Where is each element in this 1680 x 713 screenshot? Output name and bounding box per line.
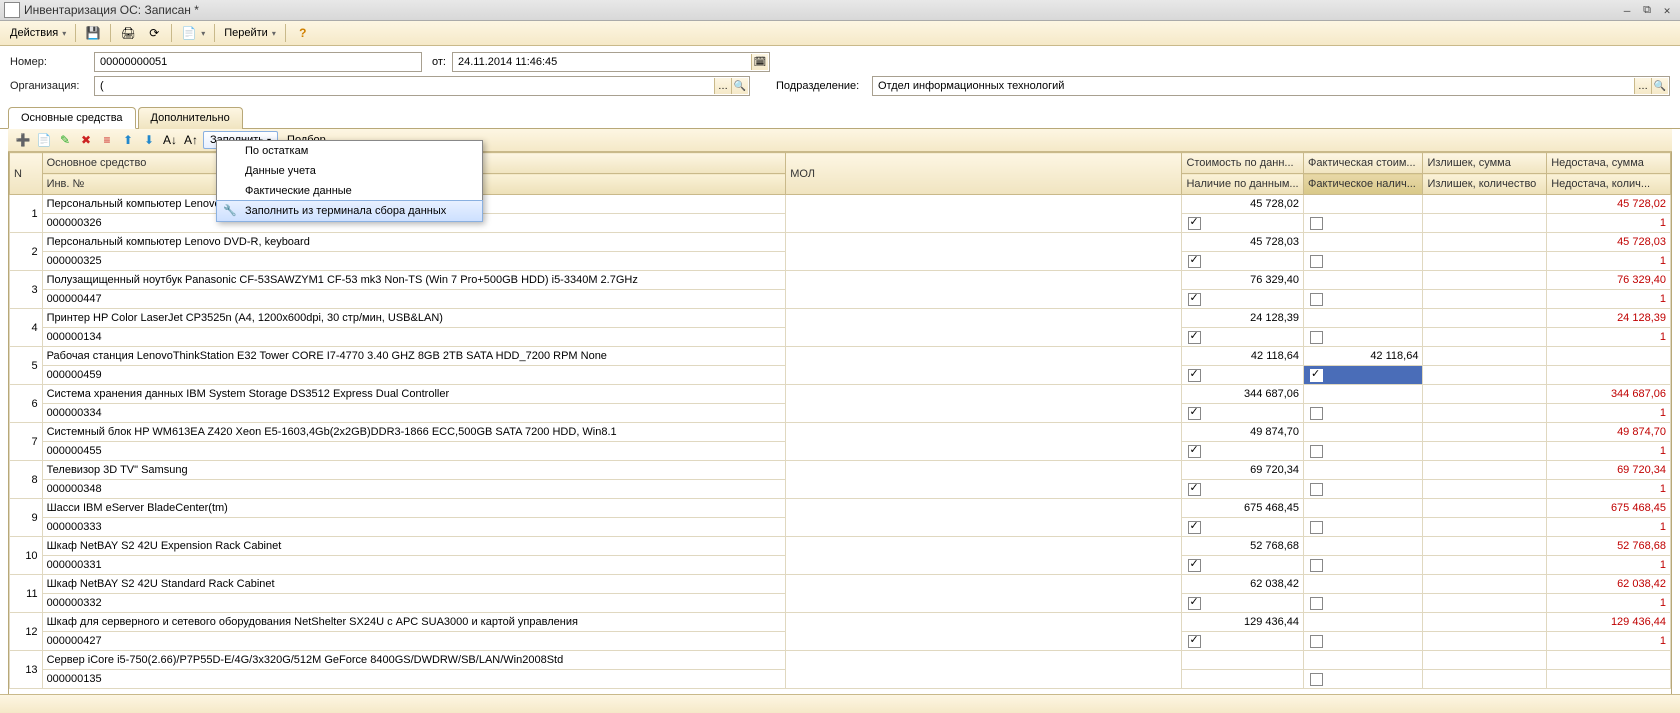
window-icon bbox=[4, 2, 20, 18]
sort-desc-icon[interactable]: A↑ bbox=[182, 131, 200, 149]
help-icon[interactable]: ? bbox=[291, 23, 315, 43]
col-avail1[interactable]: Наличие по данным... bbox=[1182, 174, 1304, 195]
edit-icon[interactable]: ✎ bbox=[56, 131, 74, 149]
from-label: от: bbox=[432, 56, 446, 68]
lookup-icon[interactable]: 🔍 bbox=[1651, 78, 1668, 94]
table-row[interactable]: 4Принтер HP Color LaserJet CP3525n (A4, … bbox=[10, 309, 1671, 328]
org-label: Организация: bbox=[10, 80, 88, 92]
table-row[interactable]: 10Шкаф NetBAY S2 42U Expension Rack Cabi… bbox=[10, 537, 1671, 556]
delete-icon[interactable]: ✖ bbox=[77, 131, 95, 149]
add-icon[interactable]: ➕ bbox=[14, 131, 32, 149]
main-toolbar: Действия 💾 🖨 ⟳ 📄 Перейти ? bbox=[0, 21, 1680, 46]
table-row[interactable]: 12Шкаф для серверного и сетевого оборудо… bbox=[10, 613, 1671, 632]
table-row[interactable]: 3Полузащищенный ноутбук Panasonic CF-53S… bbox=[10, 271, 1671, 290]
dept-label: Подразделение: bbox=[776, 80, 866, 92]
col-shortage-q[interactable]: Недостача, колич... bbox=[1547, 174, 1671, 195]
table-row[interactable]: 6Система хранения данных IBM System Stor… bbox=[10, 385, 1671, 404]
col-n[interactable]: N bbox=[10, 153, 43, 195]
window-title: Инвентаризация ОС: Записан * bbox=[24, 3, 1618, 17]
sort-asc-icon[interactable]: A↓ bbox=[161, 131, 179, 149]
col-avail2[interactable]: Фактическое налич... bbox=[1304, 174, 1423, 195]
refresh-icon[interactable]: ⟳ bbox=[142, 23, 166, 43]
col-mol[interactable]: МОЛ bbox=[786, 153, 1182, 195]
statusbar bbox=[0, 694, 1680, 713]
movedown-icon[interactable]: ⬇ bbox=[140, 131, 158, 149]
number-label: Номер: bbox=[10, 56, 88, 68]
minimize-button[interactable]: — bbox=[1618, 3, 1636, 17]
table-row[interactable]: 2Персональный компьютер Lenovo DVD-R, ke… bbox=[10, 233, 1671, 252]
number-field[interactable] bbox=[94, 52, 422, 72]
dept-field[interactable]: 🔍… bbox=[872, 76, 1670, 96]
table-row[interactable]: 9Шасси IBM eServer BladeCenter(tm)675 46… bbox=[10, 499, 1671, 518]
col-surplus-q[interactable]: Излишек, количество bbox=[1423, 174, 1547, 195]
tabs: Основные средства Дополнительно bbox=[0, 106, 1680, 129]
fill-by-balance[interactable]: По остаткам bbox=[217, 141, 482, 161]
table-row[interactable]: 8Телевизор 3D TV" Samsung69 720,3469 720… bbox=[10, 461, 1671, 480]
basedon-icon[interactable]: 📄 bbox=[177, 23, 209, 43]
goto-menu[interactable]: Перейти bbox=[220, 25, 280, 41]
calendar-icon[interactable]: 🗓 bbox=[751, 54, 768, 70]
dots-icon[interactable]: … bbox=[714, 78, 731, 94]
org-field[interactable]: 🔍… bbox=[94, 76, 750, 96]
save-icon[interactable]: 💾 bbox=[81, 23, 105, 43]
lookup-icon[interactable]: 🔍 bbox=[731, 78, 748, 94]
print-icon[interactable]: 🖨 bbox=[116, 23, 140, 43]
grid[interactable]: N Основное средство МОЛ Стоимость по дан… bbox=[8, 152, 1672, 696]
copy-icon[interactable]: 📄 bbox=[35, 131, 53, 149]
table-row[interactable]: 11Шкаф NetBAY S2 42U Standard Rack Cabin… bbox=[10, 575, 1671, 594]
tab-extra[interactable]: Дополнительно bbox=[138, 107, 243, 129]
actions-menu[interactable]: Действия bbox=[6, 25, 70, 41]
dots-icon[interactable]: … bbox=[1634, 78, 1651, 94]
form-area: Номер: от: 🗓 Организация: 🔍… Подразделен… bbox=[0, 46, 1680, 102]
maximize-button[interactable]: ⧉ bbox=[1638, 3, 1656, 17]
fill-from-terminal[interactable]: 🔧Заполнить из терминала сбора данных bbox=[216, 200, 483, 222]
fill-actual[interactable]: Фактические данные bbox=[217, 181, 482, 201]
moveup-icon[interactable]: ⬆ bbox=[119, 131, 137, 149]
col-shortage[interactable]: Недостача, сумма bbox=[1547, 153, 1671, 174]
wrench-icon: 🔧 bbox=[223, 204, 237, 218]
col-cost1[interactable]: Стоимость по данн... bbox=[1182, 153, 1304, 174]
close-button[interactable]: ✕ bbox=[1658, 3, 1676, 17]
fill-dropdown: По остаткам Данные учета Фактические дан… bbox=[216, 140, 483, 222]
fill-accounting[interactable]: Данные учета bbox=[217, 161, 482, 181]
col-surplus[interactable]: Излишек, сумма bbox=[1423, 153, 1547, 174]
date-field[interactable]: 🗓 bbox=[452, 52, 770, 72]
table-row[interactable]: 5Рабочая станция LenovoThinkStation E32 … bbox=[10, 347, 1671, 366]
reorder-icon[interactable]: ≡ bbox=[98, 131, 116, 149]
table-row[interactable]: 7Системный блок HP WM613EA Z420 Xeon E5-… bbox=[10, 423, 1671, 442]
titlebar: Инвентаризация ОС: Записан * — ⧉ ✕ bbox=[0, 0, 1680, 21]
tab-main[interactable]: Основные средства bbox=[8, 107, 136, 129]
table-row[interactable]: 13Сервер iCore i5-750(2.66)/P7P55D-E/4G/… bbox=[10, 651, 1671, 670]
col-cost2[interactable]: Фактическая стоим... bbox=[1304, 153, 1423, 174]
